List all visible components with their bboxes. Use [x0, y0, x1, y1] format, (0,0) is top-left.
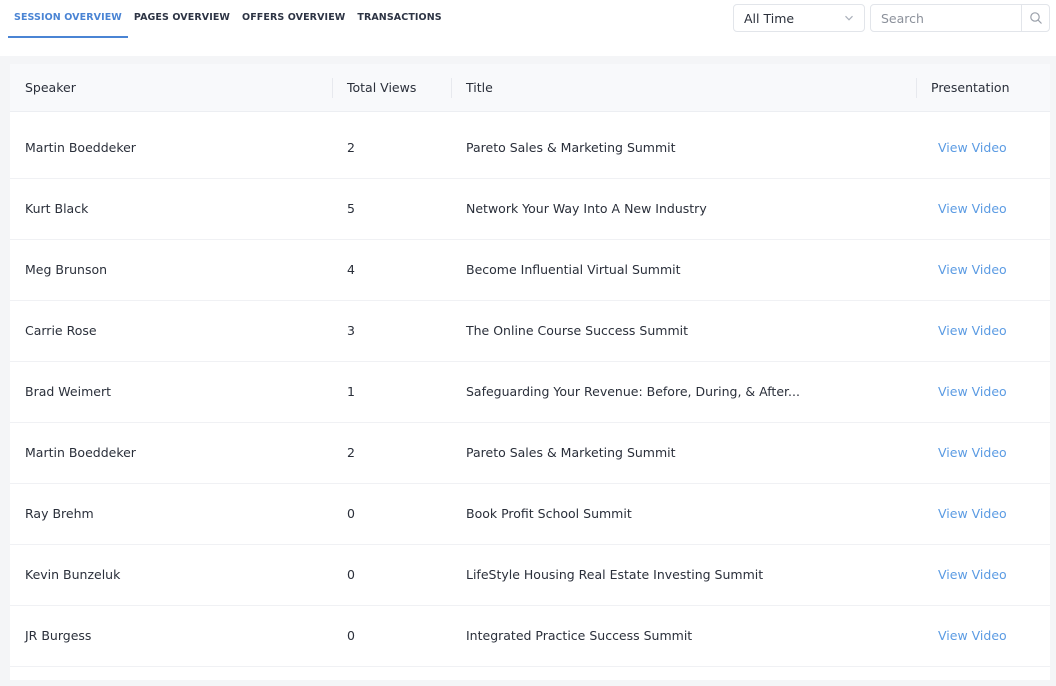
view-video-link[interactable]: View Video	[938, 301, 1007, 361]
views-cell: 4	[347, 262, 355, 277]
speaker-cell: Meg Brunson	[25, 262, 108, 277]
view-video-link[interactable]: View Video	[938, 179, 1007, 239]
title-cell: Book Profit School Summit	[466, 506, 632, 521]
speaker-cell: Kurt Black	[25, 201, 89, 216]
views-cell: 0	[347, 567, 355, 582]
speaker-cell: Ray Brehm	[25, 506, 94, 521]
views-cell: 3	[347, 323, 355, 338]
table-row: Kurt Black 5 Network Your Way Into A New…	[10, 179, 1050, 240]
search-box	[870, 4, 1050, 32]
table-header: Speaker Total Views Title Presentation	[10, 64, 1050, 112]
title-cell: Become Influential Virtual Summit	[466, 262, 681, 277]
tab-pages-overview[interactable]: PAGES OVERVIEW	[128, 0, 236, 38]
table-row: JR Burgess 0 Integrated Practice Success…	[10, 606, 1050, 667]
view-video-link[interactable]: View Video	[938, 118, 1007, 178]
title-cell: The Online Course Success Summit	[466, 323, 689, 338]
title-cell: Pareto Sales & Marketing Summit	[466, 140, 676, 155]
view-video-link[interactable]: View Video	[938, 362, 1007, 422]
search-icon[interactable]	[1029, 11, 1043, 25]
views-cell: 0	[347, 506, 355, 521]
time-range-value: All Time	[744, 11, 795, 26]
speaker-cell: Carrie Rose	[25, 323, 97, 338]
header-divider	[451, 78, 452, 98]
title-cell: Network Your Way Into A New Industry	[466, 201, 707, 216]
views-cell: 5	[347, 201, 355, 216]
tab-bar: SESSION OVERVIEW PAGES OVERVIEW OFFERS O…	[0, 0, 448, 42]
chevron-down-icon	[845, 15, 853, 21]
views-cell: 2	[347, 445, 355, 460]
view-video-link[interactable]: View Video	[938, 606, 1007, 666]
title-cell: LifeStyle Housing Real Estate Investing …	[466, 567, 764, 582]
view-video-link[interactable]: View Video	[938, 484, 1007, 544]
views-cell: 2	[347, 140, 355, 155]
speaker-cell: JR Burgess	[25, 628, 92, 643]
views-cell: 0	[347, 628, 355, 643]
table-row: Martin Boeddeker 2 Pareto Sales & Market…	[10, 118, 1050, 179]
tab-transactions[interactable]: TRANSACTIONS	[351, 0, 447, 38]
title-cell: Safeguarding Your Revenue: Before, Durin…	[466, 384, 800, 399]
view-video-link[interactable]: View Video	[938, 423, 1007, 483]
header-title: Title	[466, 80, 493, 95]
views-cell: 1	[347, 384, 355, 399]
search-divider	[1021, 5, 1022, 31]
view-video-link[interactable]: View Video	[938, 545, 1007, 605]
header-divider	[332, 78, 333, 98]
view-video-link[interactable]: View Video	[938, 240, 1007, 300]
header-divider	[916, 78, 917, 98]
title-cell: Pareto Sales & Marketing Summit	[466, 445, 676, 460]
speaker-cell: Kevin Bunzeluk	[25, 567, 121, 582]
table-row: Brad Weimert 1 Safeguarding Your Revenue…	[10, 362, 1050, 423]
search-input[interactable]	[871, 5, 1021, 31]
speaker-cell: Brad Weimert	[25, 384, 111, 399]
header-total-views: Total Views	[347, 80, 417, 95]
header-speaker: Speaker	[25, 80, 76, 95]
table-row: Ray Brehm 0 Book Profit School Summit Vi…	[10, 484, 1050, 545]
title-cell: Integrated Practice Success Summit	[466, 628, 693, 643]
tab-session-overview[interactable]: SESSION OVERVIEW	[8, 0, 128, 38]
top-bar: SESSION OVERVIEW PAGES OVERVIEW OFFERS O…	[0, 0, 1056, 56]
speaker-cell: Martin Boeddeker	[25, 445, 136, 460]
time-range-select[interactable]: All Time	[733, 4, 865, 32]
table-row: Meg Brunson 4 Become Influential Virtual…	[10, 240, 1050, 301]
header-presentation: Presentation	[931, 80, 1010, 95]
sessions-table: Speaker Total Views Title Presentation M…	[10, 64, 1050, 680]
table-row: Carrie Rose 3 The Online Course Success …	[10, 301, 1050, 362]
tab-offers-overview[interactable]: OFFERS OVERVIEW	[236, 0, 351, 38]
speaker-cell: Martin Boeddeker	[25, 140, 136, 155]
table-row: Martin Boeddeker 2 Pareto Sales & Market…	[10, 423, 1050, 484]
table-row: Kevin Bunzeluk 0 LifeStyle Housing Real …	[10, 545, 1050, 606]
